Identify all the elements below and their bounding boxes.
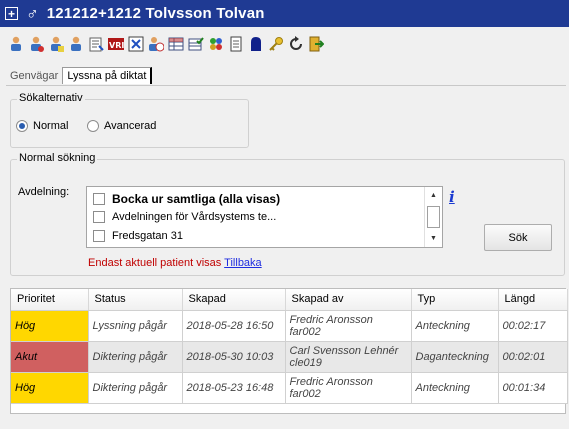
- notice-text: Endast aktuell patient visas: [88, 257, 222, 269]
- length-cell: 00:02:01: [498, 341, 568, 373]
- column-header-priority[interactable]: Prioritet: [11, 289, 89, 311]
- tab-strip: Genvägar Lyssna på diktat: [6, 64, 153, 84]
- refresh-icon[interactable]: [288, 36, 304, 52]
- patient-title-bar: + ♂ 121212+1212 Tolvsson Tolvan: [0, 0, 569, 27]
- plus-icon: +: [7, 6, 15, 21]
- puzzle-icon[interactable]: [208, 36, 224, 52]
- radio-avancerad-label: Avancerad: [104, 120, 157, 132]
- scroll-down-icon[interactable]: ▼: [425, 232, 442, 246]
- radio-circle[interactable]: [87, 120, 99, 132]
- key-icon[interactable]: [268, 36, 284, 52]
- list-item-label: Avdelningen för Vårdsystems te...: [112, 210, 277, 223]
- document-icon[interactable]: [228, 36, 244, 52]
- author-name: Fredric Aronsson: [289, 375, 373, 388]
- list-item-label: Fredsgatan 31: [112, 229, 183, 242]
- list-item[interactable]: Avdelningen för Vårdsystems te...: [93, 208, 276, 225]
- dictation-table: Prioritet Status Skapad Skapad av Typ Lä…: [10, 288, 568, 414]
- person-icon[interactable]: [28, 36, 44, 52]
- table-row[interactable]: Hög Lyssning pågår 2018-05-28 16:50 Fred…: [11, 310, 568, 342]
- table-header-row: Prioritet Status Skapad Skapad av Typ Lä…: [11, 289, 568, 311]
- toolbar: VRI: [0, 27, 569, 61]
- scroll-thumb[interactable]: [427, 206, 440, 228]
- radio-circle-checked[interactable]: [16, 120, 28, 132]
- checkbox[interactable]: [93, 229, 105, 242]
- person-icon[interactable]: [8, 36, 24, 52]
- column-header-type[interactable]: Typ: [411, 289, 499, 311]
- search-options-title: Sökalternativ: [17, 92, 85, 104]
- tab-genvagar[interactable]: Genvägar: [6, 68, 62, 84]
- svg-text:VRI: VRI: [109, 41, 124, 50]
- table-row[interactable]: Hög Diktering pågår 2018-05-23 16:48 Fre…: [11, 372, 568, 404]
- search-button[interactable]: Sök: [484, 224, 552, 251]
- scroll-up-icon[interactable]: ▲: [425, 189, 442, 203]
- back-link[interactable]: Tillbaka: [224, 257, 262, 269]
- type-cell: Anteckning: [411, 372, 499, 404]
- type-cell: Anteckning: [411, 310, 499, 342]
- list-item-label: Bocka ur samtliga (alla visas): [112, 191, 281, 206]
- author-cell: Carl Svensson Lehnér cle019: [285, 341, 412, 373]
- column-header-length[interactable]: Längd: [498, 289, 568, 311]
- list-icon[interactable]: [88, 36, 104, 52]
- created-cell: 2018-05-28 16:50: [182, 310, 286, 342]
- info-icon[interactable]: i: [449, 188, 455, 206]
- radio-normal[interactable]: Normal: [16, 120, 68, 132]
- person-icon[interactable]: [68, 36, 84, 52]
- checkbox[interactable]: [93, 210, 105, 223]
- author-id: cle019: [289, 356, 322, 369]
- vri-icon[interactable]: VRI: [108, 36, 124, 52]
- length-cell: 00:01:34: [498, 372, 568, 404]
- list-item[interactable]: Bocka ur samtliga (alla visas): [93, 190, 280, 207]
- priority-cell: Hög: [11, 310, 89, 342]
- checkbox[interactable]: [93, 192, 105, 205]
- person-icon[interactable]: [148, 36, 164, 52]
- list-item[interactable]: Fredsgatan 31: [93, 227, 183, 244]
- expand-button[interactable]: +: [5, 7, 18, 20]
- column-header-created[interactable]: Skapad: [182, 289, 286, 311]
- status-cell: Diktering pågår: [88, 341, 183, 373]
- department-listbox[interactable]: Bocka ur samtliga (alla visas) Avdelning…: [86, 186, 443, 248]
- author-cell: Fredric Aronsson far002: [285, 372, 412, 404]
- patient-notice: Endast aktuell patient visas Tillbaka: [88, 257, 262, 269]
- male-gender-icon: ♂: [26, 3, 39, 23]
- type-cell: Daganteckning: [411, 341, 499, 373]
- radio-normal-label: Normal: [33, 120, 69, 132]
- column-header-status[interactable]: Status: [88, 289, 183, 311]
- status-cell: Diktering pågår: [88, 372, 183, 404]
- person-icon[interactable]: [48, 36, 64, 52]
- patient-title: 121212+1212 Tolvsson Tolvan: [46, 5, 265, 22]
- author-name: Carl Svensson Lehnér: [289, 344, 399, 357]
- radio-avancerad[interactable]: Avancerad: [87, 120, 156, 132]
- length-cell: 00:02:17: [498, 310, 568, 342]
- priority-cell: Akut: [11, 341, 89, 373]
- figure-icon[interactable]: [248, 36, 264, 52]
- grid-icon[interactable]: [168, 36, 184, 52]
- column-header-created-by[interactable]: Skapad av: [285, 289, 412, 311]
- author-id: far002: [289, 387, 321, 400]
- priority-cell: Hög: [11, 372, 89, 404]
- table-row[interactable]: Akut Diktering pågår 2018-05-30 10:03 Ca…: [11, 341, 568, 373]
- status-cell: Lyssning pågår: [88, 310, 183, 342]
- author-id: far002: [289, 325, 321, 338]
- tab-lyssna-pa-diktat[interactable]: Lyssna på diktat: [62, 67, 153, 84]
- created-cell: 2018-05-23 16:48: [182, 372, 286, 404]
- grid-check-icon[interactable]: [188, 36, 204, 52]
- author-name: Fredric Aronsson: [289, 313, 373, 326]
- author-cell: Fredric Aronsson far002: [285, 310, 412, 342]
- normal-search-title: Normal sökning: [17, 152, 98, 164]
- listbox-scrollbar[interactable]: ▲ ▼: [424, 187, 442, 247]
- department-label: Avdelning:: [18, 186, 70, 198]
- exit-icon[interactable]: [308, 36, 324, 52]
- close-doc-icon[interactable]: [128, 36, 144, 52]
- created-cell: 2018-05-30 10:03: [182, 341, 286, 373]
- search-options-group: Sökalternativ Normal Avancerad: [10, 92, 249, 148]
